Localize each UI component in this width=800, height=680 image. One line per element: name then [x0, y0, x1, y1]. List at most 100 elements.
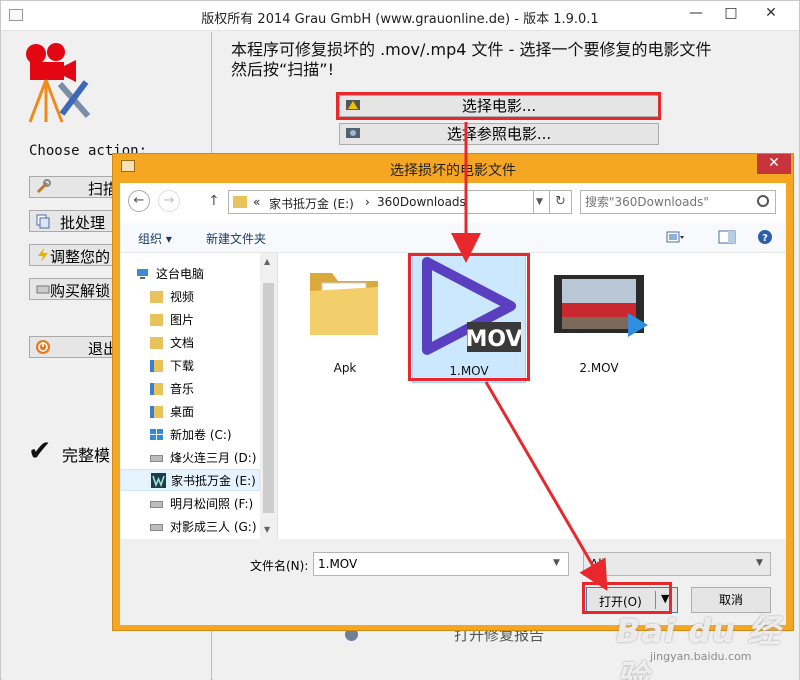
- search-input[interactable]: [585, 194, 745, 210]
- organize-button[interactable]: 组织 ▾: [138, 230, 172, 247]
- complete-mode-label: 完整模: [62, 446, 111, 465]
- nav-item-documents[interactable]: 文档: [120, 332, 260, 354]
- nav-item-label: 下载: [170, 359, 195, 373]
- minimize-button[interactable]: —: [681, 1, 711, 27]
- windows-drive-icon: [150, 429, 163, 440]
- pictures-folder-icon: [150, 314, 163, 326]
- navigation-bar: ← → ↑ « 家书抵万金 (E:) › 360Downloads ▼ ↻: [120, 183, 786, 223]
- chevron-down-icon: ▼: [536, 197, 543, 207]
- filename-label: 文件名(N):: [250, 559, 309, 573]
- instructions-text: 本程序可修复损坏的 .mov/.mp4 文件 - 选择一个要修复的电影文件 然后…: [231, 40, 791, 80]
- folder-icon: [310, 273, 378, 335]
- nav-item-drive-d[interactable]: 烽火连三月 (D:): [120, 447, 260, 469]
- select-reference-movie-label: 选择参照电影...: [446, 125, 552, 143]
- movie-camera-icon: [346, 128, 360, 138]
- nav-item-label: 这台电脑: [156, 267, 205, 281]
- chevron-down-icon[interactable]: ▼: [553, 558, 560, 568]
- nav-item-drive-c[interactable]: 新加卷 (C:): [120, 424, 260, 446]
- documents-folder-icon: [150, 337, 163, 349]
- close-button[interactable]: ✕: [756, 1, 786, 27]
- baidu-watermark: Bai du 经验 jingyan.baidu.com: [612, 604, 792, 680]
- nav-item-this-pc[interactable]: 这台电脑: [120, 263, 260, 285]
- file-item-apk-folder[interactable]: Apk: [286, 257, 404, 379]
- forward-button[interactable]: →: [158, 190, 180, 212]
- up-button[interactable]: ↑: [208, 193, 220, 209]
- nav-item-label: 烽火连三月 (D:): [170, 451, 257, 465]
- breadcrumb-overflow[interactable]: «: [253, 195, 260, 209]
- nav-item-videos[interactable]: 视频: [120, 286, 260, 308]
- annotation-box-select-movie: [336, 92, 661, 120]
- buy-unlock-button-label: 购买解锁: [50, 282, 111, 300]
- instructions-line-1: 本程序可修复损坏的 .mov/.mp4 文件 - 选择一个要修复的电影文件: [231, 40, 712, 59]
- address-bar[interactable]: « 家书抵万金 (E:) › 360Downloads: [228, 190, 534, 214]
- dialog-body: ← → ↑ « 家书抵万金 (E:) › 360Downloads ▼ ↻ 搜索…: [120, 183, 786, 625]
- nav-item-label: 图片: [170, 313, 195, 327]
- music-folder-icon: [150, 383, 163, 395]
- nav-item-label: 文档: [170, 336, 195, 350]
- instructions-line-2: 然后按“扫描”!: [231, 60, 334, 79]
- dialog-title: 选择损坏的电影文件: [390, 163, 516, 179]
- cart-icon: [36, 285, 50, 294]
- command-bar: 组织 ▾ 新建文件夹 ?: [120, 223, 786, 253]
- nav-item-label: 视频: [170, 290, 195, 304]
- refresh-button[interactable]: ↻: [550, 190, 572, 214]
- select-reference-movie-button[interactable]: 选择参照电影...: [339, 123, 659, 145]
- nav-item-desktop[interactable]: 桌面: [120, 401, 260, 423]
- downloads-folder-icon: [150, 360, 163, 372]
- nav-item-music[interactable]: 音乐: [120, 378, 260, 400]
- help-icon[interactable]: ?: [756, 229, 774, 245]
- nav-pane-scrollbar[interactable]: ▲ ▼: [260, 253, 277, 539]
- nav-item-label: 明月松间照 (F:): [170, 497, 254, 511]
- computer-icon: [137, 269, 148, 279]
- svg-text:?: ?: [762, 233, 768, 244]
- breadcrumb-separator: ›: [365, 195, 370, 209]
- video-thumbnail-icon: [554, 275, 648, 337]
- nav-item-label: 家书抵万金 (E:): [171, 474, 256, 488]
- adjust-button-label: 调整您的: [50, 248, 111, 266]
- file-item-label: Apk: [333, 361, 357, 375]
- nav-item-drive-f[interactable]: 明月松间照 (F:): [120, 493, 260, 515]
- refresh-icon: ↻: [555, 194, 566, 209]
- batch-button-label: 批处理: [60, 214, 106, 232]
- back-button[interactable]: ←: [128, 190, 150, 212]
- search-box[interactable]: [580, 190, 776, 214]
- file-pane: Apk MOV 1.MOV 2.MOV: [278, 253, 786, 539]
- dialog-close-button[interactable]: ✕: [757, 154, 791, 174]
- nav-item-label: 新加卷 (C:): [170, 428, 232, 442]
- filename-input[interactable]: [313, 552, 569, 576]
- folder-icon: [233, 196, 247, 208]
- maximize-button[interactable]: □: [716, 1, 746, 27]
- main-titlebar: 版权所有 2014 Grau GmbH (www.grauonline.de) …: [1, 1, 799, 31]
- breadcrumb-drive[interactable]: 家书抵万金 (E:): [269, 195, 354, 212]
- nav-item-drive-g[interactable]: 对影成三人 (G:): [120, 516, 260, 538]
- camera-tools-logo-icon: [26, 43, 91, 123]
- arrow-up-icon: ↑: [208, 193, 220, 209]
- chevron-down-icon[interactable]: ▼: [756, 558, 763, 568]
- drive-icon: [150, 455, 163, 462]
- view-options-icon[interactable]: [666, 229, 684, 245]
- scroll-up-icon[interactable]: ▲: [264, 257, 270, 266]
- power-icon: [36, 340, 50, 354]
- preview-pane-icon[interactable]: [718, 229, 736, 245]
- nav-item-label: 对影成三人 (G:): [170, 520, 257, 534]
- filetype-select[interactable]: All: [583, 552, 771, 576]
- scroll-down-icon[interactable]: ▼: [264, 525, 270, 534]
- nav-item-pictures[interactable]: 图片: [120, 309, 260, 331]
- nav-scroll-thumb[interactable]: [263, 283, 274, 513]
- file-open-dialog: 选择损坏的电影文件 ✕ ← → ↑ « 家书抵万金 (E:) › 360Down…: [112, 153, 794, 631]
- new-folder-button[interactable]: 新建文件夹: [206, 230, 266, 247]
- file-item-label: 2.MOV: [579, 361, 619, 375]
- window-title: 版权所有 2014 Grau GmbH (www.grauonline.de) …: [201, 12, 599, 27]
- nav-item-drive-e[interactable]: 家书抵万金 (E:): [120, 469, 260, 491]
- video-folder-icon: [150, 291, 163, 303]
- breadcrumb-folder[interactable]: 360Downloads: [377, 195, 466, 209]
- wrench-icon: [36, 179, 51, 194]
- watermark-logo: Bai du 经验: [616, 612, 781, 680]
- dialog-titlebar: 选择损坏的电影文件 ✕: [113, 154, 793, 183]
- nav-item-label: 桌面: [170, 405, 195, 419]
- nav-item-downloads[interactable]: 下载: [120, 355, 260, 377]
- address-dropdown-button[interactable]: ▼: [530, 190, 550, 214]
- annotation-box-selected-file: [408, 253, 530, 381]
- file-item-2-mov[interactable]: 2.MOV: [540, 257, 658, 379]
- checkmark-icon: ✔: [28, 434, 52, 467]
